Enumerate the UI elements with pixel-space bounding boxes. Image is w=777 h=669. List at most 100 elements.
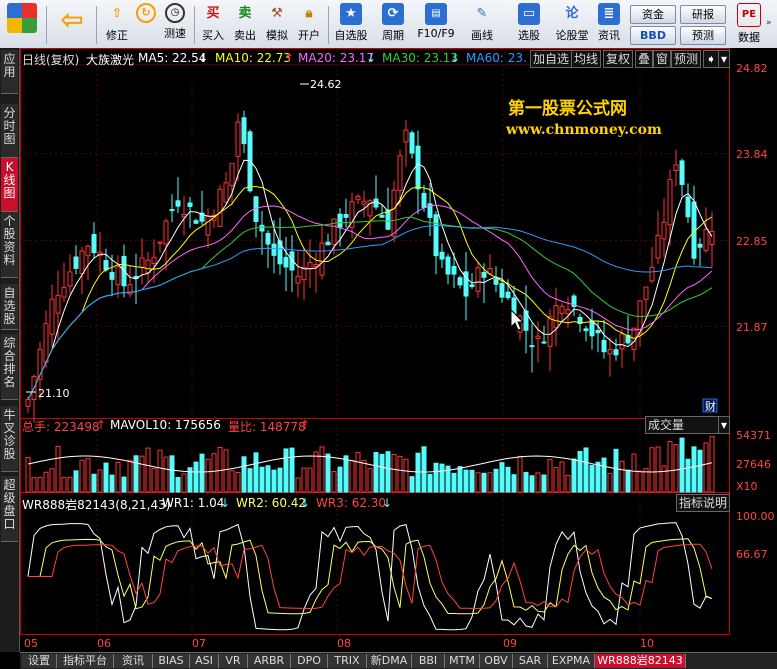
- sidebar-item-order-book[interactable]: 超级盘口: [1, 476, 18, 542]
- forum-icon: 论: [565, 6, 579, 21]
- speed-test-button[interactable]: ◷ 测速: [160, 3, 190, 47]
- sidebar-item-kline[interactable]: K线图: [1, 158, 18, 212]
- stock-picker-button[interactable]: ▭ 选股: [508, 3, 550, 47]
- volume-bar: [655, 446, 661, 493]
- period-button[interactable]: ⟳ 周期: [374, 3, 412, 47]
- watchlist-button[interactable]: ★ 自选股: [330, 3, 372, 47]
- buy-button[interactable]: 买 买入: [198, 3, 228, 47]
- data-button[interactable]: PE 数据: [734, 3, 764, 47]
- overlay-button[interactable]: 叠: [635, 50, 654, 68]
- tab-indicator[interactable]: DPO: [291, 654, 328, 668]
- volume-bar: [679, 437, 685, 493]
- candle-body: [433, 214, 439, 257]
- sidebar-item-ranking[interactable]: 综合排名: [1, 334, 18, 400]
- volume-bar: [259, 466, 265, 493]
- candle-body: [661, 221, 667, 240]
- ma30-trend-icon: ↓: [450, 51, 461, 65]
- volume-bar: [307, 467, 313, 493]
- volume-bar: [271, 469, 277, 493]
- open-account-button[interactable]: 🔒︎ 开户: [294, 3, 324, 47]
- research-button[interactable]: 研报: [680, 5, 726, 24]
- volume-bar: [427, 473, 433, 493]
- candle-body: [205, 215, 211, 236]
- finance-marker[interactable]: 财: [705, 399, 716, 413]
- volume-bar: [439, 463, 445, 493]
- sidebar-item-apps[interactable]: 应用: [1, 50, 18, 94]
- volume-bar: [703, 442, 709, 493]
- volume-bar: [613, 448, 619, 493]
- refresh-button[interactable]: ↻: [134, 3, 158, 47]
- simulate-button[interactable]: ⚒ 模拟: [262, 3, 292, 47]
- volume-bar: [409, 476, 415, 493]
- tab-indicator[interactable]: EXPMA: [548, 654, 595, 668]
- tab-indicator[interactable]: ASI: [190, 654, 219, 668]
- add-watchlist-button[interactable]: 加自选: [530, 50, 573, 68]
- volume-bar: [295, 477, 301, 493]
- f10-button[interactable]: ▤ F10/F9: [414, 3, 458, 47]
- tab-indicator[interactable]: SAR: [513, 654, 548, 668]
- app-menu-button[interactable]: [4, 3, 40, 47]
- candle-body: [499, 283, 505, 298]
- forum-button[interactable]: 论 论股堂: [552, 3, 592, 47]
- lock-icon: 🔒︎: [305, 6, 313, 21]
- tab-indicator[interactable]: OBV: [480, 654, 513, 668]
- volume-axis-label: 54371: [736, 429, 771, 442]
- sell-button[interactable]: 卖 卖出: [230, 3, 260, 47]
- next-stock-icon[interactable]: ➧: [703, 50, 720, 68]
- candle-body: [565, 309, 571, 315]
- tab-indicator[interactable]: 新DMA: [367, 654, 412, 668]
- wr-indicator-name: WR888岩82143(8,21,43): [22, 498, 171, 512]
- revise-button[interactable]: ⇧ 修正: [102, 3, 132, 47]
- f10-icon: ▤: [425, 3, 447, 25]
- tab-indicator[interactable]: 设置: [22, 654, 57, 668]
- tab-indicator[interactable]: 资讯: [114, 654, 153, 668]
- sidebar-item-stock-info[interactable]: 个股资料: [1, 212, 18, 278]
- volume-dropdown-icon[interactable]: ▾: [718, 416, 731, 434]
- sidebar-item-intraday[interactable]: 分时图: [1, 104, 18, 158]
- tab-indicator[interactable]: MTM: [445, 654, 480, 668]
- sidebar-label: 个股资料: [3, 214, 16, 267]
- tab-indicator[interactable]: TRIX: [328, 654, 367, 668]
- kline-chart-area[interactable]: 24.62 21.10 财 24.82 23.84 22.85 21.87 54…: [20, 48, 777, 652]
- fund-button[interactable]: 资金: [630, 5, 676, 24]
- volume-bar: [475, 472, 481, 493]
- bbd-button[interactable]: BBD: [630, 26, 676, 45]
- draw-line-button[interactable]: ✎ 画线: [462, 3, 502, 47]
- tab-indicator[interactable]: WR888岩82143: [595, 654, 686, 668]
- back-button[interactable]: ⇦: [52, 3, 92, 47]
- indicator-tab-bar: 设置 指标平台 资讯 BIAS ASI VR ARBR DPO TRIX 新DMA BBI MTM OB…: [20, 652, 777, 669]
- volume-bar: [139, 455, 145, 493]
- high-price-annotation: 24.62: [310, 78, 342, 91]
- tab-indicator[interactable]: ARBR: [248, 654, 291, 668]
- candle-body: [451, 266, 457, 275]
- sidebar-item-diagnosis[interactable]: 牛叉诊股: [1, 406, 18, 472]
- tab-indicator[interactable]: 指标平台: [57, 654, 114, 668]
- candle-body: [373, 198, 379, 208]
- forecast-button[interactable]: 预测: [671, 50, 702, 68]
- ma-settings-button[interactable]: 均线: [571, 50, 602, 68]
- dropdown-icon[interactable]: ▾: [718, 50, 731, 68]
- forecast-toolbar-button[interactable]: 预测: [680, 26, 726, 45]
- volume-axis-label: 27646: [736, 458, 771, 471]
- volume-bar: [385, 451, 391, 493]
- volume-bar: [481, 472, 487, 493]
- volume-bar: [37, 476, 43, 493]
- tab-indicator[interactable]: BBI: [412, 654, 445, 668]
- ma30-value: MA30: 23.13: [382, 51, 459, 65]
- indicator-help-button[interactable]: 指标说明: [676, 494, 731, 512]
- wr1-trend-icon: ↓: [220, 496, 231, 510]
- sidebar-item-watchlist[interactable]: 自选股: [1, 284, 18, 330]
- volume-bar: [487, 472, 493, 493]
- news-button[interactable]: ≣ 资讯: [594, 3, 624, 47]
- candle-body: [67, 271, 73, 287]
- restore-rights-button[interactable]: 复权: [603, 50, 634, 68]
- window-button[interactable]: 窗: [653, 50, 672, 68]
- tab-indicator[interactable]: BIAS: [153, 654, 190, 668]
- period-label[interactable]: 日线(复权): [22, 51, 79, 68]
- volume-indicator-dropdown[interactable]: 成交量: [645, 416, 721, 434]
- tab-indicator[interactable]: VR: [219, 654, 248, 668]
- candle-body: [325, 241, 331, 246]
- sell-label: 卖出: [234, 29, 256, 42]
- candle-body: [271, 243, 277, 256]
- toolbar-more-icon[interactable]: »: [766, 18, 772, 28]
